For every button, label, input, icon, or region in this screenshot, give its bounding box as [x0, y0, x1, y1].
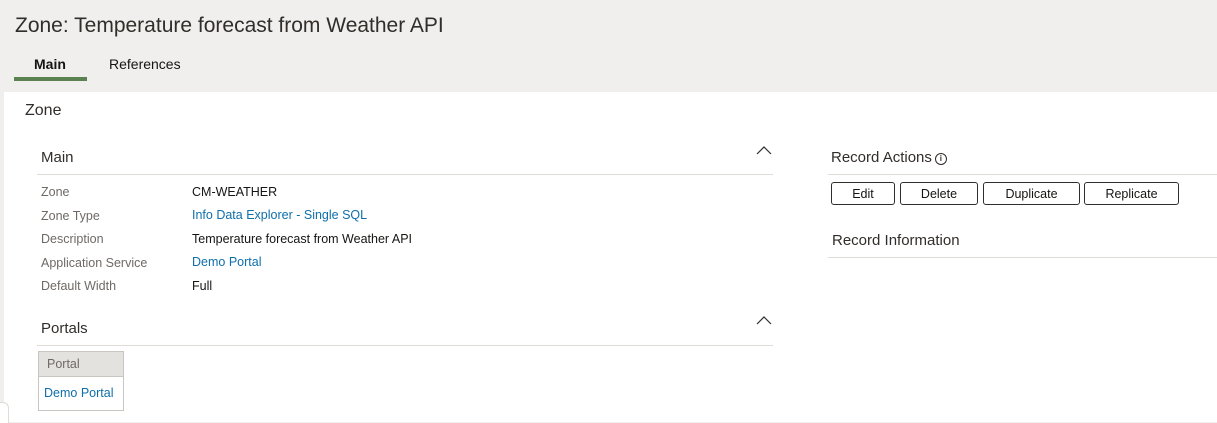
- portal-link[interactable]: Demo Portal: [39, 377, 123, 409]
- tab-main[interactable]: Main: [34, 56, 66, 72]
- application-service-link[interactable]: Demo Portal: [192, 255, 261, 269]
- duplicate-button[interactable]: Duplicate: [983, 182, 1080, 205]
- field-value-zone: CM-WEATHER: [192, 185, 278, 199]
- page-header: Zone: Temperature forecast from Weather …: [0, 0, 1217, 92]
- replicate-button[interactable]: Replicate: [1084, 182, 1179, 205]
- record-information-title: Record Information: [832, 232, 960, 249]
- record-actions-label: Record Actions: [831, 149, 932, 166]
- active-tab-indicator: [14, 77, 87, 81]
- main-section-divider: [37, 174, 773, 175]
- field-value-description: Temperature forecast from Weather API: [192, 232, 413, 246]
- portals-section-divider: [37, 345, 773, 346]
- page-title: Zone: Temperature forecast from Weather …: [15, 14, 444, 37]
- record-actions-title: Record Actions i: [831, 149, 947, 166]
- info-icon[interactable]: i: [934, 153, 947, 165]
- chevron-up-icon[interactable]: [756, 315, 772, 325]
- delete-button[interactable]: Delete: [900, 182, 978, 205]
- portals-section-title: Portals: [41, 320, 88, 337]
- tab-references[interactable]: References: [109, 56, 181, 72]
- field-label-description: Description: [41, 232, 104, 246]
- chevron-up-icon[interactable]: [756, 145, 772, 155]
- field-label-application-service: Application Service: [41, 256, 148, 270]
- record-information-divider: [828, 257, 1217, 258]
- edit-button[interactable]: Edit: [831, 182, 895, 205]
- portals-column-header: Portal: [39, 352, 123, 377]
- field-label-default-width: Default Width: [41, 279, 117, 293]
- record-actions-divider: [828, 174, 1217, 175]
- panel-corner: [0, 402, 9, 423]
- field-label-zone-type: Zone Type: [41, 209, 100, 223]
- content-panel: Zone Main Zone CM-WEATHER Zone Type Info…: [4, 92, 1217, 422]
- main-section-title: Main: [41, 149, 74, 166]
- zone-heading: Zone: [25, 102, 62, 119]
- field-label-zone: Zone: [41, 185, 70, 199]
- zone-type-link[interactable]: Info Data Explorer - Single SQL: [192, 208, 367, 222]
- portals-table: Portal Demo Portal: [38, 351, 124, 411]
- field-value-default-width: Full: [192, 279, 213, 293]
